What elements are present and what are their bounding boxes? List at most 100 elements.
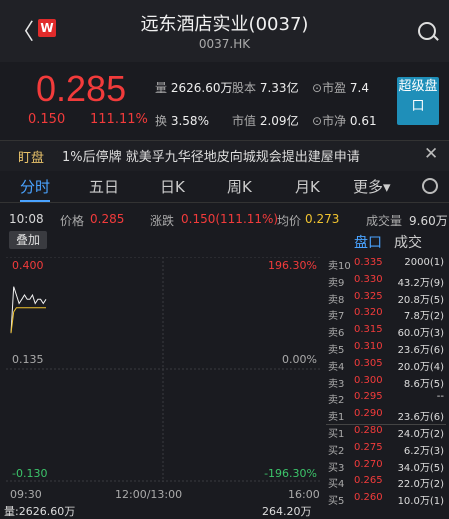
axis-mid-left: 0.135 <box>12 353 44 366</box>
book-level: 卖5 <box>328 345 345 356</box>
book-volume: 24.0万(2) <box>397 429 444 440</box>
time-end: 16:00 <box>288 488 320 501</box>
book-level: 卖2 <box>328 395 345 407</box>
axis-top-left: 0.400 <box>12 259 44 272</box>
info-vol: 9.60万 <box>409 214 448 228</box>
axis-bot-right: -196.30% <box>264 467 317 480</box>
stat-pe: ⊙市盈 7.4 <box>312 81 369 95</box>
stat-volume: 量 2626.60万 <box>155 81 233 95</box>
book-price: 0.295 <box>354 391 383 403</box>
book-level: 买4 <box>328 479 345 491</box>
cursor-info: 10:08 价格 0.285 涨跌 0.150(111.11%) 均价 0.27… <box>0 206 449 228</box>
book-price: 0.320 <box>354 307 383 319</box>
ask-row: 卖7 0.320 7.8万(2) <box>326 307 446 323</box>
book-volume: 8.6万(5) <box>403 378 444 390</box>
info-avg: 0.273 <box>305 212 340 226</box>
announcement-text: 1%后停牌 就美孚九华径地皮向城规会提出建屋申请 <box>62 150 360 165</box>
stat-pb: ⊙市净 0.61 <box>312 114 377 128</box>
axis-top-right: 196.30% <box>268 259 317 272</box>
price-change: 0.150 <box>28 112 66 127</box>
book-level: 买2 <box>328 445 345 457</box>
tab-month-k[interactable]: 月K <box>295 176 320 197</box>
book-level: 卖3 <box>328 378 345 390</box>
book-level: 卖4 <box>328 361 345 373</box>
info-time: 10:08 <box>9 212 44 226</box>
chart-tabs: 分时 五日 日K 周K 月K 更多▾ <box>0 170 449 203</box>
bid-row: 买4 0.265 22.0万(2) <box>326 475 446 491</box>
page-title: 远东酒店实业(0037) <box>140 14 309 35</box>
book-volume: 23.6万(6) <box>397 345 444 356</box>
book-level: 卖7 <box>328 311 345 323</box>
price-line <box>10 286 47 334</box>
stock-code: 0037.HK <box>198 37 251 51</box>
watch-tag: 盯盘 <box>18 151 45 166</box>
book-volume: 10.0万(1) <box>397 496 444 508</box>
tab-more[interactable]: 更多▾ <box>353 176 391 197</box>
book-level: 卖9 <box>328 277 345 289</box>
book-price: 0.325 <box>354 290 383 302</box>
book-price: 0.330 <box>354 273 383 285</box>
stat-turnover: 换 3.58% <box>155 114 209 128</box>
book-price: 0.260 <box>354 492 383 504</box>
ask-row: 卖9 0.330 43.2万(9) <box>326 274 446 290</box>
book-volume: 43.2万(9) <box>397 277 444 289</box>
bid-row: 买2 0.275 6.2万(3) <box>326 442 446 458</box>
tab-intraday[interactable]: 分时 <box>20 176 50 197</box>
book-price: 0.335 <box>354 257 383 268</box>
super-book-button[interactable]: 超级盘口 <box>397 77 439 125</box>
book-level: 卖6 <box>328 328 345 340</box>
ask-row: 卖8 0.325 20.8万(5) <box>326 291 446 307</box>
settings-icon[interactable] <box>422 178 438 194</box>
tab-book[interactable]: 盘口 <box>354 232 382 252</box>
book-volume: 23.6万(6) <box>397 412 444 424</box>
tab-5day[interactable]: 五日 <box>89 176 119 197</box>
current-price: 0.285 <box>36 68 127 109</box>
book-volume: 22.0万(2) <box>397 479 444 491</box>
book-volume: 34.0万(5) <box>397 462 444 474</box>
ask-row: 卖1 0.290 23.6万(6) <box>326 408 446 424</box>
ask-row: 卖3 0.300 8.6万(5) <box>326 375 446 391</box>
axis-bot-left: -0.130 <box>12 467 48 480</box>
book-price: 0.315 <box>354 324 383 336</box>
tab-week-k[interactable]: 周K <box>227 176 252 197</box>
active-tab-indicator <box>20 200 50 202</box>
announcement-bar[interactable]: 盯盘 1%后停牌 就美孚九华径地皮向城规会提出建屋申请 ✕ <box>0 140 449 171</box>
info-change: 0.150(111.11%) <box>181 212 279 226</box>
book-level: 买1 <box>328 429 345 440</box>
ask-row: 卖6 0.315 60.0万(3) <box>326 324 446 340</box>
ask-row: 卖4 0.305 20.0万(4) <box>326 358 446 374</box>
bid-row: 买5 0.260 10.0万(1) <box>326 492 446 508</box>
info-price-label: 价格 <box>60 214 85 228</box>
time-start: 09:30 <box>10 488 42 501</box>
volume-total: 量:2626.60万 <box>4 505 76 518</box>
book-price: 0.310 <box>354 341 383 352</box>
book-level: 买3 <box>328 462 345 474</box>
ask-row: 卖5 0.310 23.6万(6) <box>326 341 446 357</box>
axis-mid-right: 0.00% <box>282 353 317 366</box>
tab-day-k[interactable]: 日K <box>160 176 185 197</box>
book-price: 0.275 <box>354 441 383 453</box>
book-volume: 7.8万(2) <box>403 311 444 323</box>
book-price: 0.305 <box>354 357 383 369</box>
book-level: 买5 <box>328 496 345 508</box>
book-volume: -- <box>436 391 444 403</box>
intraday-chart: 0.400 196.30% 0.135 0.00% -0.130 -196.30… <box>6 257 321 482</box>
book-volume: 20.8万(5) <box>397 294 444 306</box>
volume-max: 264.20万 <box>262 505 312 518</box>
book-price: 0.270 <box>354 458 383 470</box>
overlay-button[interactable]: 叠加 <box>9 231 47 249</box>
book-volume: 60.0万(3) <box>397 328 444 340</box>
tab-trades[interactable]: 成交 <box>394 232 422 252</box>
book-volume: 2000(1) <box>404 257 444 268</box>
book-level: 卖8 <box>328 294 345 306</box>
price-change-pct: 111.11% <box>90 112 148 127</box>
search-icon[interactable] <box>418 22 436 40</box>
bid-row: 买3 0.270 34.0万(5) <box>326 459 446 475</box>
close-icon[interactable]: ✕ <box>424 144 438 164</box>
time-mid: 12:00/13:00 <box>115 488 183 501</box>
info-vol-label: 成交量 <box>366 214 403 228</box>
bid-row: 买1 0.280 24.0万(2) <box>326 425 446 441</box>
order-book: 盘口 成交 卖10 0.335 2000(1) 卖9 0.330 43.2万(9) 卖8 0.… <box>326 230 449 510</box>
stat-mktcap: 市值 2.09亿 <box>232 114 299 128</box>
book-divider <box>326 424 446 425</box>
